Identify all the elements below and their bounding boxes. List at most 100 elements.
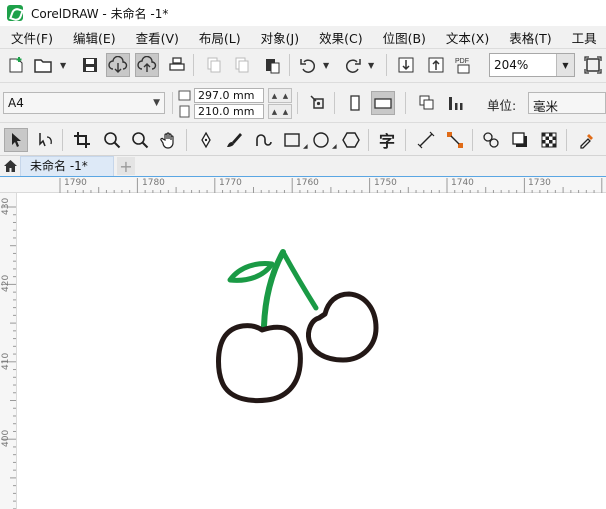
import-icon[interactable]	[394, 53, 418, 77]
spin-down-icon[interactable]: ▲	[283, 92, 288, 100]
pan-tool-icon[interactable]	[157, 128, 181, 152]
separator	[368, 129, 369, 151]
save-icon[interactable]	[78, 53, 102, 77]
open-dropdown-icon[interactable]: ▼	[60, 61, 66, 70]
units-value: 毫米	[533, 99, 559, 114]
separator	[289, 54, 290, 76]
portrait-icon[interactable]	[343, 91, 367, 115]
undo-dropdown-icon[interactable]: ▼	[323, 61, 329, 70]
transparency-tool-icon[interactable]	[537, 128, 561, 152]
landscape-icon[interactable]	[371, 91, 395, 115]
open-folder-icon[interactable]	[32, 53, 56, 77]
tab-document[interactable]: 未命名 -1*	[20, 156, 114, 176]
property-bar: A4 ▼ 297.0 mm ▲ ▲ 210.0 mm ▲ ▲ 单位: 毫米	[0, 82, 606, 122]
ruler-label: 1730	[528, 178, 551, 188]
zoom-level-select[interactable]: 204% ▼	[489, 53, 575, 77]
current-page-icon[interactable]	[444, 91, 468, 115]
units-select[interactable]: 毫米	[528, 92, 606, 114]
ruler-label: 1780	[142, 178, 165, 188]
spin-down-icon[interactable]: ▲	[283, 108, 288, 116]
add-tab-button[interactable]: +	[117, 157, 135, 176]
ruler-label: 420	[1, 274, 11, 292]
right-stem[interactable]	[280, 249, 319, 311]
zoom-level-value: 204%	[494, 58, 529, 72]
crop-tool-icon[interactable]	[70, 128, 94, 152]
print-icon[interactable]	[165, 53, 189, 77]
spin-up-icon[interactable]: ▲	[272, 92, 277, 100]
zoom-dropdown-icon[interactable]: ▼	[556, 54, 574, 76]
paste-icon[interactable]	[260, 53, 284, 77]
full-screen-icon[interactable]	[581, 53, 605, 77]
page-size-value: A4	[8, 96, 24, 110]
export-icon[interactable]	[424, 53, 448, 77]
drop-shadow-tool-icon[interactable]	[508, 128, 532, 152]
menu-file[interactable]: 文件(F)	[11, 28, 53, 47]
ellipse-tool-icon[interactable]	[309, 128, 333, 152]
menu-object[interactable]: 对象(J)	[261, 28, 299, 47]
redo-icon[interactable]	[341, 53, 365, 77]
separator	[405, 129, 406, 151]
separator	[186, 129, 187, 151]
bezier-tool-icon[interactable]	[251, 128, 275, 152]
rectangle-flyout-icon[interactable]: ◢	[303, 143, 308, 150]
menu-edit[interactable]: 编辑(E)	[73, 28, 116, 47]
spin-up-icon[interactable]: ▲	[272, 108, 277, 116]
menu-layout[interactable]: 布局(L)	[199, 28, 241, 47]
menu-view[interactable]: 查看(V)	[136, 28, 179, 47]
standard-toolbar: ▼ ▼ ▼ PDF 204% ▼	[0, 48, 606, 82]
vertical-ruler[interactable]: 430 420 410 400	[0, 193, 17, 509]
drawing-canvas[interactable]	[18, 194, 606, 509]
ellipse-flyout-icon[interactable]: ◢	[332, 143, 337, 150]
artistic-media-icon[interactable]	[222, 128, 246, 152]
leaf-shape[interactable]	[227, 261, 275, 283]
ruler-label: 410	[1, 352, 11, 370]
separator	[297, 92, 298, 114]
menu-tools[interactable]: 工具	[572, 28, 597, 47]
pen-tool-icon[interactable]	[194, 128, 218, 152]
cloud-upload-icon[interactable]	[135, 53, 159, 77]
home-icon[interactable]	[0, 156, 20, 176]
ruler-label: 400	[1, 429, 11, 447]
shape-tool-icon[interactable]	[34, 128, 58, 152]
cloud-download-icon[interactable]	[106, 53, 130, 77]
page-width-input[interactable]: 297.0 mm	[194, 88, 264, 103]
units-label: 单位:	[487, 98, 517, 113]
blend-tool-icon[interactable]	[479, 128, 503, 152]
separator	[193, 54, 194, 76]
page-size-dropdown-icon[interactable]: ▼	[153, 98, 160, 108]
text-tool-icon[interactable]: 字	[375, 128, 399, 152]
separator	[334, 92, 335, 114]
dimension-tool-icon[interactable]	[414, 128, 438, 152]
right-cherry-shape[interactable]	[306, 291, 379, 363]
rectangle-tool-icon[interactable]	[280, 128, 304, 152]
copy-icon[interactable]	[230, 53, 254, 77]
left-cherry-shape[interactable]	[216, 323, 303, 404]
page-height-input[interactable]: 210.0 mm	[194, 104, 264, 119]
new-document-icon[interactable]	[4, 53, 28, 77]
menu-bitmaps[interactable]: 位图(B)	[383, 28, 426, 47]
pick-tool-icon[interactable]	[4, 128, 28, 152]
page-options-icon[interactable]	[306, 91, 330, 115]
all-pages-icon[interactable]	[415, 91, 439, 115]
menu-text[interactable]: 文本(X)	[446, 28, 489, 47]
eyedropper-tool-icon[interactable]	[575, 128, 599, 152]
title-bar: CorelDRAW - 未命名 -1*	[0, 0, 606, 26]
publish-pdf-icon[interactable]: PDF	[452, 53, 476, 77]
cut-icon[interactable]	[202, 53, 226, 77]
connector-tool-icon[interactable]	[443, 128, 467, 152]
undo-icon[interactable]	[296, 53, 320, 77]
page-width-row: 297.0 mm	[178, 88, 268, 103]
menu-table[interactable]: 表格(T)	[509, 28, 551, 47]
coreldraw-logo-icon	[7, 5, 23, 21]
horizontal-ruler[interactable]: 1790 1780 1770 1760 1750 1740 1730	[0, 176, 606, 193]
separator	[172, 92, 173, 114]
redo-dropdown-icon[interactable]: ▼	[368, 61, 374, 70]
page-width-spinner[interactable]: ▲ ▲	[268, 88, 292, 103]
page-height-spinner[interactable]: ▲ ▲	[268, 104, 292, 119]
zoom-out-tool-icon[interactable]	[128, 128, 152, 152]
page-size-select[interactable]: A4 ▼	[3, 92, 165, 114]
menu-effects[interactable]: 效果(C)	[319, 28, 362, 47]
zoom-tool-icon[interactable]	[100, 128, 124, 152]
separator	[566, 129, 567, 151]
polygon-tool-icon[interactable]	[339, 128, 363, 152]
